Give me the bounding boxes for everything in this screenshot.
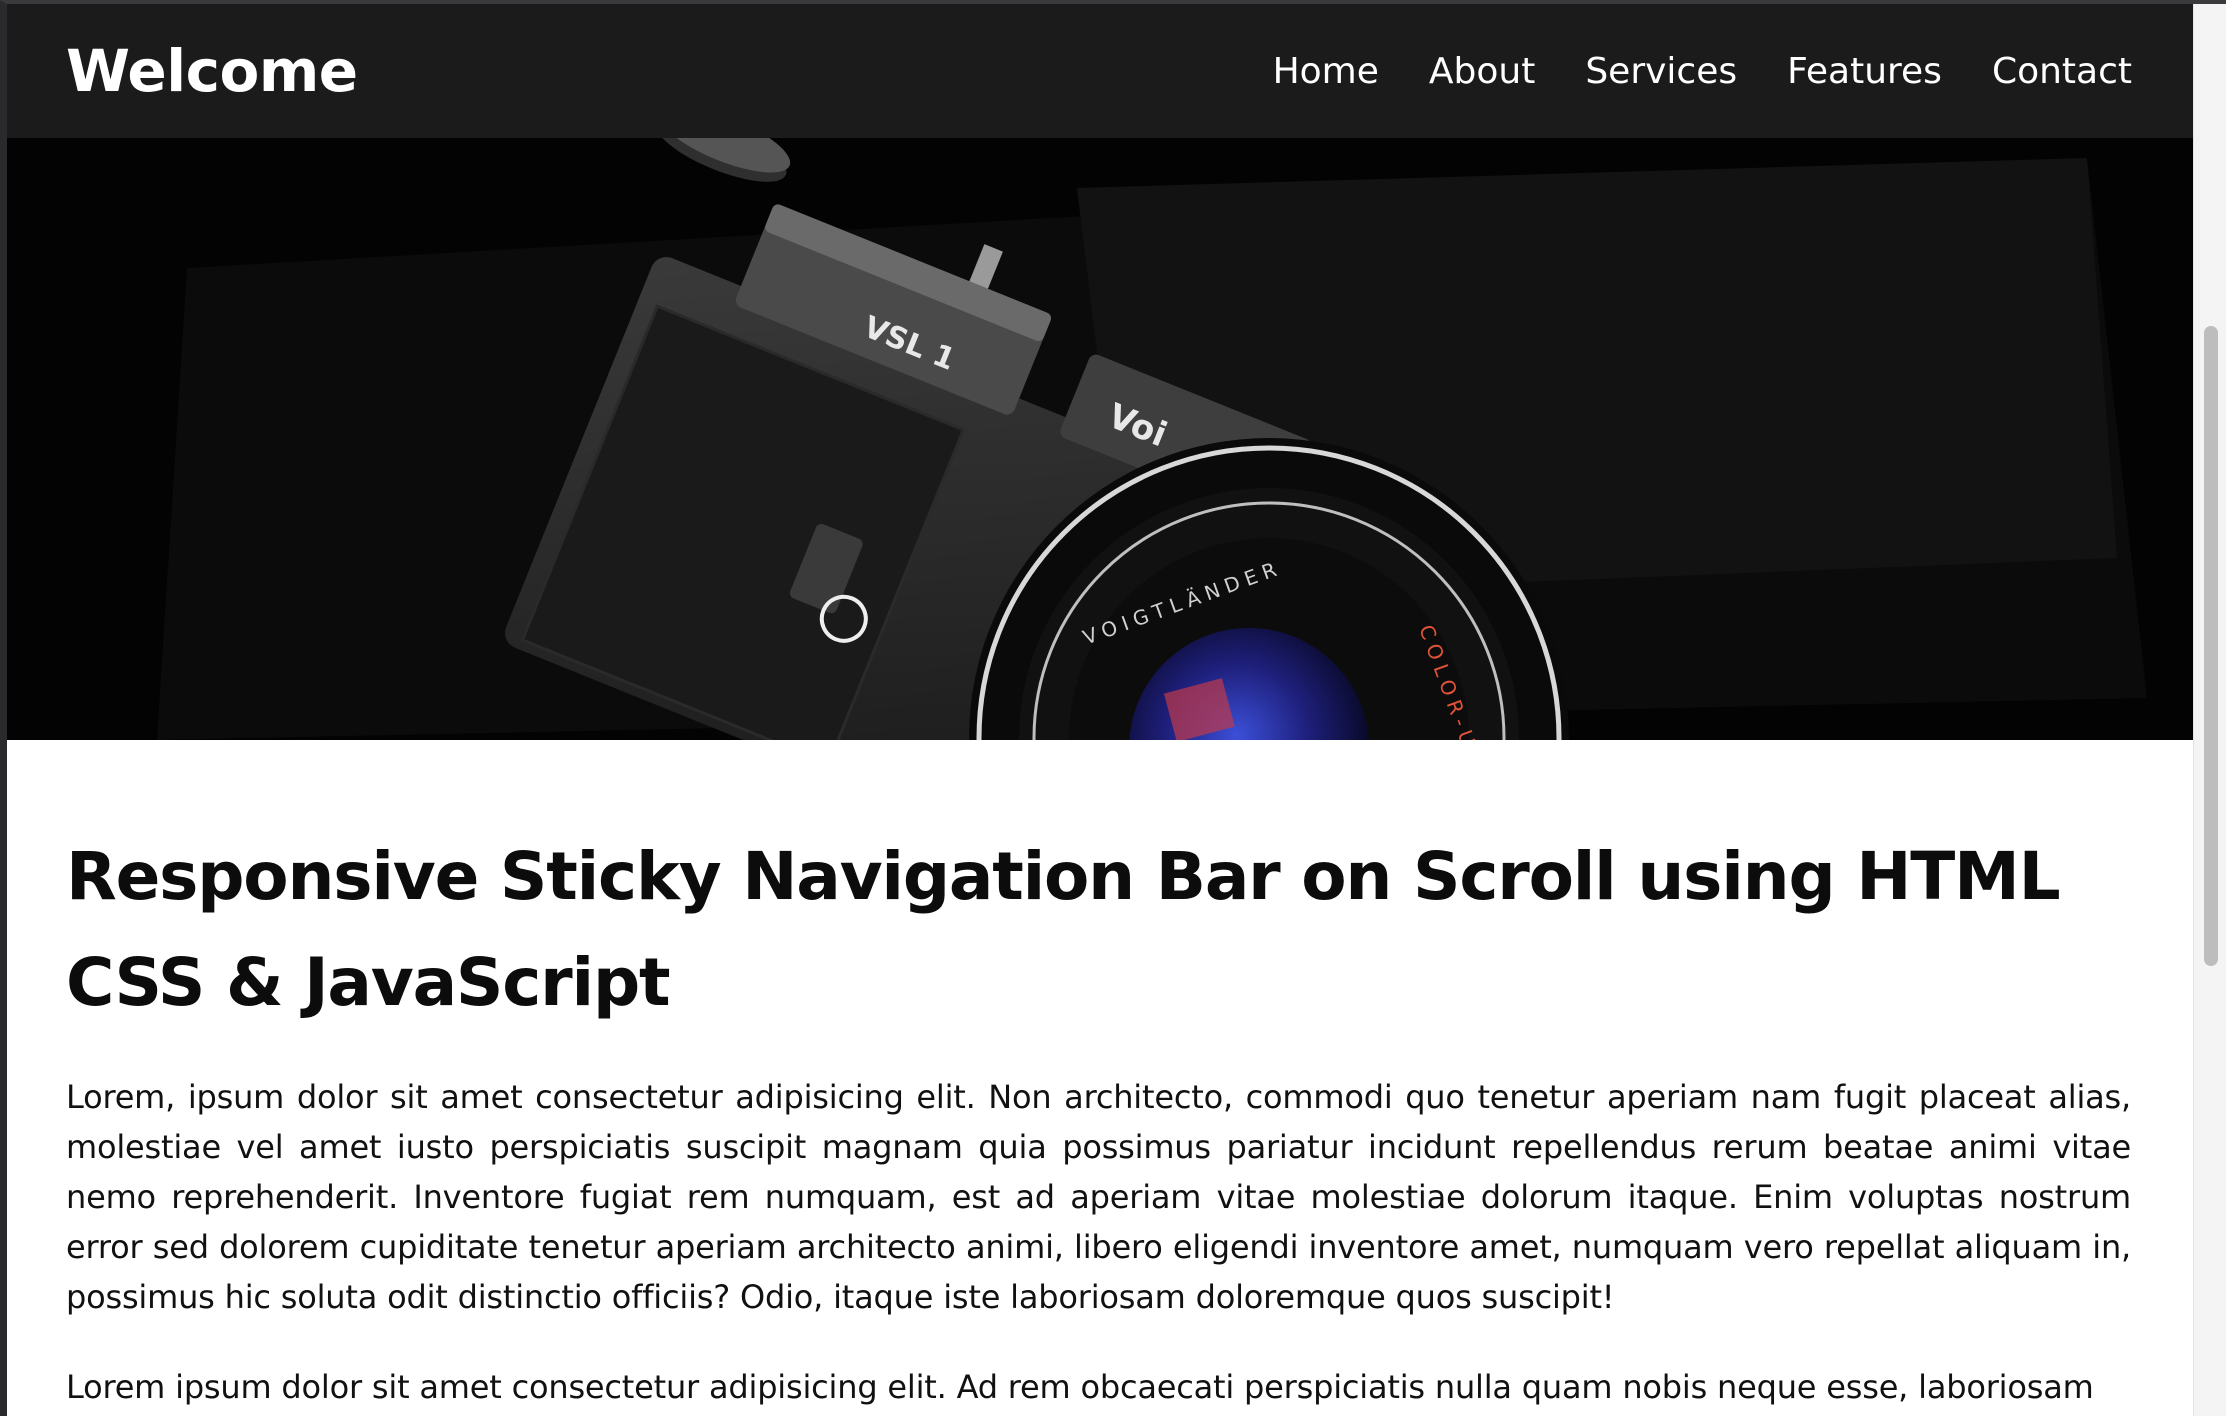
paragraph-1: Lorem, ipsum dolor sit amet consectetur … — [66, 1078, 2131, 1316]
nav-link-services[interactable]: Services — [1585, 51, 1737, 92]
brand-logo[interactable]: Welcome — [66, 37, 358, 105]
main-content: Responsive Sticky Navigation Bar on Scro… — [66, 824, 2131, 1412]
nav-link-features[interactable]: Features — [1787, 51, 1942, 92]
nav-link-about[interactable]: About — [1429, 51, 1535, 92]
browser-window: Welcome Home About Services Features Con… — [0, 0, 2226, 1416]
vertical-scrollbar[interactable] — [2193, 4, 2226, 1416]
nav-link-contact[interactable]: Contact — [1992, 51, 2132, 92]
page-title: Responsive Sticky Navigation Bar on Scro… — [66, 838, 2061, 1021]
nav-link-home[interactable]: Home — [1273, 51, 1379, 92]
sticky-navbar: Welcome Home About Services Features Con… — [7, 4, 2193, 138]
scrollbar-thumb[interactable] — [2204, 326, 2218, 966]
camera-photo: VSL 1 Voi VOIGTLÄNDER COLOR-U — [7, 138, 2193, 740]
paragraph-2: Lorem ipsum dolor sit amet consectetur a… — [66, 1368, 2094, 1406]
hero-image: VSL 1 Voi VOIGTLÄNDER COLOR-U — [7, 138, 2193, 740]
nav-links: Home About Services Features Contact — [1273, 51, 2132, 92]
